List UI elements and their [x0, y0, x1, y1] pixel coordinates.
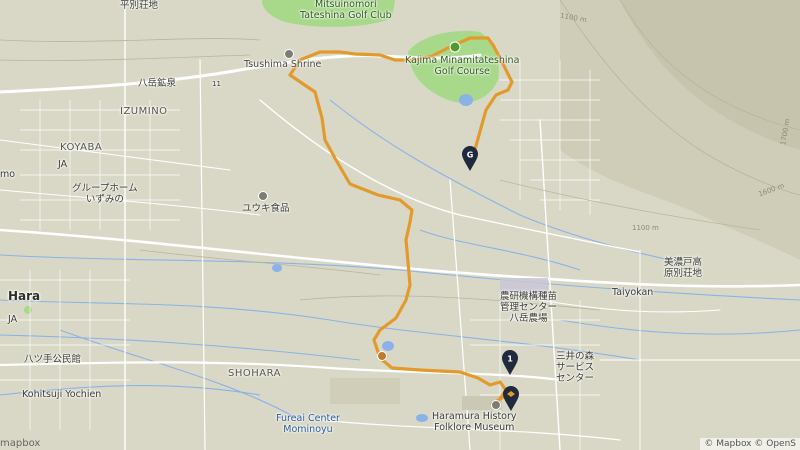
marker-goal[interactable]: G — [461, 146, 479, 172]
area-label: 美濃戸高 原別荘地 — [664, 257, 703, 279]
building-block — [330, 378, 400, 404]
marker-start[interactable]: 1 — [501, 350, 519, 376]
shrine-label[interactable]: Tsushima Shrine — [244, 59, 321, 71]
mapbox-logo[interactable]: mapbox — [0, 438, 40, 449]
golf-icon — [449, 41, 461, 53]
poi-label[interactable]: ユウキ食品 — [242, 203, 290, 215]
district-label: SHOHARA — [228, 368, 281, 379]
poi-label[interactable]: 三井の森 サービス センター — [556, 351, 594, 385]
poi-icon — [377, 351, 387, 361]
poi-label[interactable]: 農研機構種苗 管理センター 八岳農場 — [500, 291, 557, 325]
map-base — [0, 0, 800, 450]
area-label: 平別荘地 — [120, 0, 159, 11]
poi-label[interactable]: グループホーム いずみの — [72, 183, 138, 206]
golf-course-label[interactable]: Kajima Minamitateshina Golf Course — [405, 55, 519, 78]
pond — [272, 264, 282, 272]
pond — [382, 341, 394, 351]
factory-icon — [258, 191, 268, 201]
poi-label[interactable]: Kohitsuji Yochien — [22, 389, 101, 401]
map-pin-icon: G — [462, 146, 478, 171]
svg-text:1: 1 — [507, 355, 513, 364]
poi-label[interactable]: Fureai Center Mominoyu — [276, 413, 340, 436]
pond — [416, 414, 428, 422]
map-canvas[interactable]: 平別荘地 Mitsuinomori Tateshina Golf Club Ts… — [0, 0, 800, 450]
district-label: KOYABA — [60, 142, 103, 153]
map-pin-icon: 1 — [502, 350, 518, 375]
pond — [459, 94, 473, 106]
poi-label[interactable]: 八ツ手公民館 — [24, 354, 81, 366]
road-number: 11 — [212, 80, 221, 88]
poi-label[interactable]: JA — [8, 314, 17, 326]
marker-current[interactable] — [502, 386, 520, 412]
town-label[interactable]: Hara — [8, 289, 40, 304]
shrine-icon — [284, 49, 294, 59]
area-label: 八岳鉱泉 — [138, 78, 177, 89]
attribution[interactable]: © Mapbox © OpenS — [700, 438, 800, 450]
park — [24, 306, 32, 314]
golf-club-label[interactable]: Mitsuinomori Tateshina Golf Club — [300, 0, 392, 22]
svg-text:G: G — [467, 151, 474, 160]
map-pin-icon — [503, 386, 519, 411]
poi-label[interactable]: Taiyokan — [612, 287, 653, 299]
museum-icon — [491, 400, 501, 410]
contour-label: 1100 m — [632, 224, 659, 232]
label-fragment: mo — [0, 169, 16, 180]
district-label: IZUMINO — [120, 106, 168, 117]
poi-label[interactable]: JA — [58, 159, 67, 171]
museum-label[interactable]: Haramura History Folklore Museum — [432, 411, 517, 434]
